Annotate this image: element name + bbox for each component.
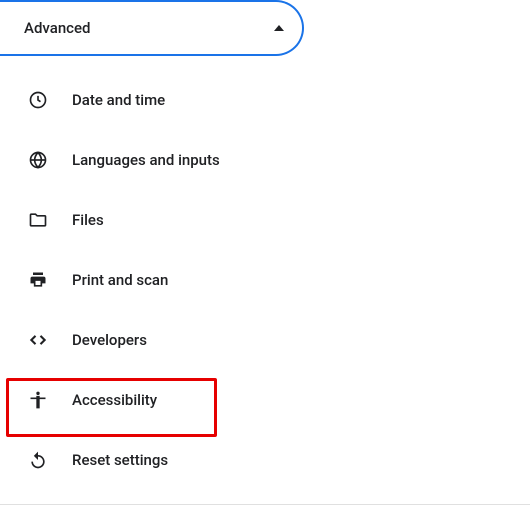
menu-item-label: Developers	[72, 331, 147, 349]
menu-item-label: Date and time	[72, 91, 165, 109]
menu-item-label: Files	[72, 211, 104, 229]
code-icon	[28, 330, 48, 350]
chevron-up-icon	[274, 25, 284, 31]
menu-item-label: Print and scan	[72, 271, 168, 289]
advanced-section-header[interactable]: Advanced	[0, 0, 304, 56]
bottom-divider	[0, 504, 530, 505]
menu-item-languages[interactable]: Languages and inputs	[0, 136, 530, 184]
menu-item-label: Accessibility	[72, 391, 157, 409]
menu-item-date-time[interactable]: Date and time	[0, 76, 530, 124]
reset-icon	[28, 450, 48, 470]
clock-icon	[28, 90, 48, 110]
menu-item-print-scan[interactable]: Print and scan	[0, 256, 530, 304]
printer-icon	[28, 270, 48, 290]
menu-item-developers[interactable]: Developers	[0, 316, 530, 364]
section-header-label: Advanced	[24, 19, 90, 37]
menu-item-label: Languages and inputs	[72, 151, 220, 169]
globe-icon	[28, 150, 48, 170]
menu-item-label: Reset settings	[72, 451, 168, 469]
advanced-menu: Date and time Languages and inputs Files…	[0, 56, 530, 484]
folder-icon	[28, 210, 48, 230]
menu-item-accessibility[interactable]: Accessibility	[0, 376, 530, 424]
accessibility-icon	[28, 390, 48, 410]
menu-item-files[interactable]: Files	[0, 196, 530, 244]
menu-item-reset-settings[interactable]: Reset settings	[0, 436, 530, 484]
